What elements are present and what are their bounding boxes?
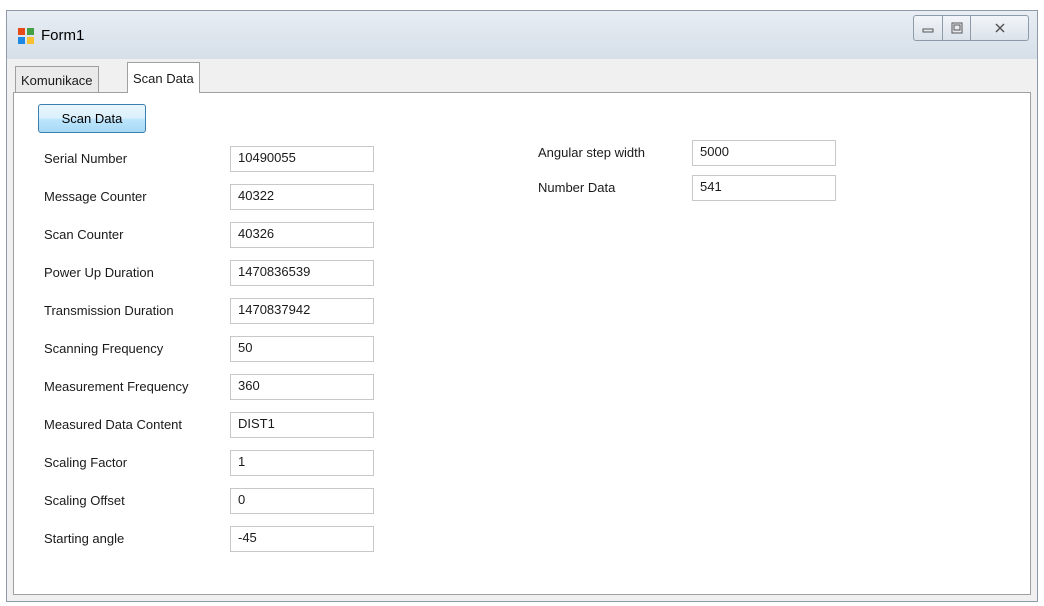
measurement-frequency-label: Measurement Frequency	[44, 379, 189, 394]
angular-step-width-label: Angular step width	[538, 145, 645, 160]
tab-strip: Komunikace Scan Data	[13, 59, 1031, 93]
measured-data-content-field[interactable]: DIST1	[230, 412, 374, 438]
scan-data-button[interactable]: Scan Data	[38, 104, 146, 133]
tab-scan-data[interactable]: Scan Data	[127, 62, 200, 93]
starting-angle-label: Starting angle	[44, 531, 125, 546]
title-bar[interactable]: Form1	[7, 11, 1037, 59]
scanning-frequency-label: Scanning Frequency	[44, 341, 164, 356]
app-icon	[18, 28, 34, 44]
close-icon	[994, 23, 1005, 33]
serial-number-field[interactable]: 10490055	[230, 146, 374, 172]
scaling-factor-label: Scaling Factor	[44, 455, 128, 470]
scaling-offset-field[interactable]: 0	[230, 488, 374, 514]
close-button[interactable]	[971, 15, 1029, 41]
number-data-field[interactable]: 541	[692, 175, 836, 201]
message-counter-label: Message Counter	[44, 189, 147, 204]
measured-data-content-label: Measured Data Content	[44, 417, 183, 432]
window-title: Form1	[41, 27, 85, 44]
window-controls	[913, 15, 1029, 41]
power-up-duration-field[interactable]: 1470836539	[230, 260, 374, 286]
serial-number-label: Serial Number	[44, 151, 128, 166]
scan-counter-field[interactable]: 40326	[230, 222, 374, 248]
app-window: Form1 Komunikace Scan Data Scan Data Ser…	[6, 10, 1038, 602]
scaling-offset-label: Scaling Offset	[44, 493, 125, 508]
number-data-label: Number Data	[538, 180, 616, 195]
measurement-frequency-field[interactable]: 360	[230, 374, 374, 400]
scanning-frequency-field[interactable]: 50	[230, 336, 374, 362]
angular-step-width-field[interactable]: 5000	[692, 140, 836, 166]
tab-komunikace[interactable]: Komunikace	[15, 66, 99, 93]
message-counter-field[interactable]: 40322	[230, 184, 374, 210]
maximize-icon	[951, 22, 962, 34]
transmission-duration-field[interactable]: 1470837942	[230, 298, 374, 324]
scan-counter-label: Scan Counter	[44, 227, 124, 242]
scaling-factor-field[interactable]: 1	[230, 450, 374, 476]
minimize-icon	[922, 28, 934, 33]
minimize-button[interactable]	[913, 15, 943, 41]
scan-data-tab-page: Scan Data Serial Number 10490055 Message…	[13, 92, 1031, 595]
transmission-duration-label: Transmission Duration	[44, 303, 174, 318]
starting-angle-field[interactable]: -45	[230, 526, 374, 552]
power-up-duration-label: Power Up Duration	[44, 265, 154, 280]
form-client-area: Komunikace Scan Data Scan Data Serial Nu…	[13, 59, 1031, 595]
maximize-button[interactable]	[943, 15, 971, 41]
